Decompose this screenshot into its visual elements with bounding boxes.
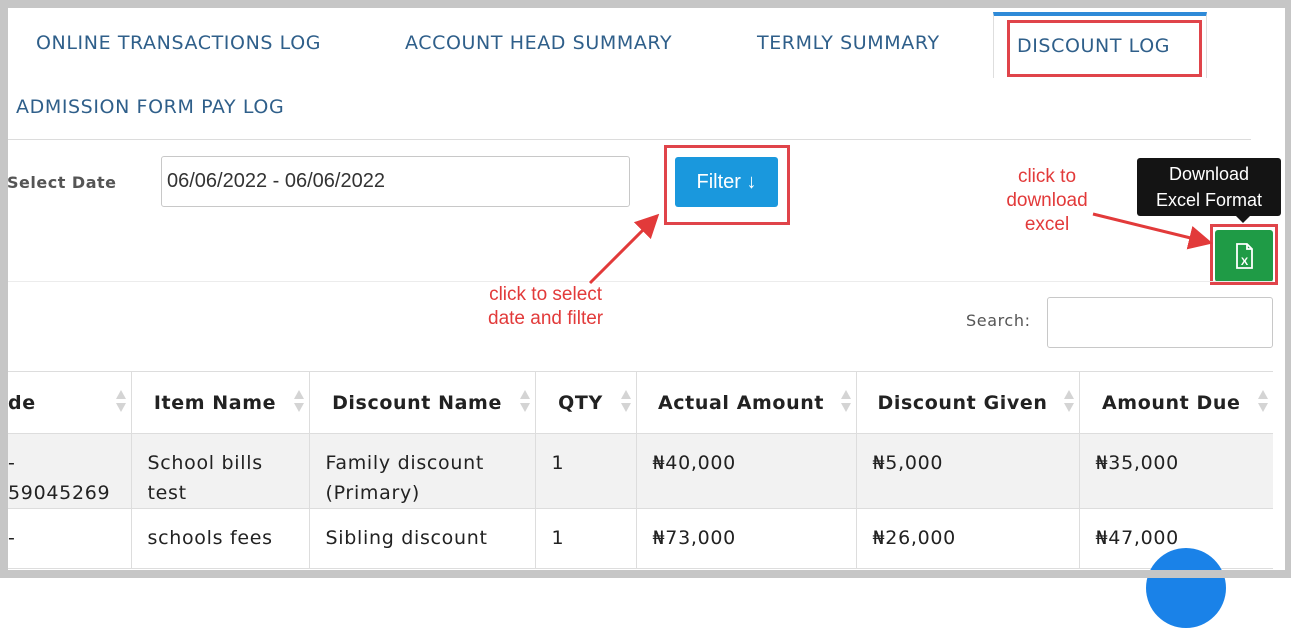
- arrow-to-excel: [1092, 211, 1208, 245]
- download-tooltip: Download Excel Format: [1137, 158, 1281, 216]
- tab-online-transactions-log[interactable]: ONLINE TRANSACTIONS LOG: [36, 32, 321, 54]
- date-range-input[interactable]: 06/06/2022 - 06/06/2022: [161, 156, 630, 207]
- cell-code-line-2: 59045269: [8, 482, 111, 504]
- column-header-discount-given-label: Discount Given: [877, 391, 1048, 414]
- column-header-qty-label: QTY: [558, 391, 603, 414]
- cell-discount-given: ₦26,000: [855, 508, 1079, 569]
- column-header-amount-due[interactable]: Amount Due: [1078, 371, 1273, 434]
- highlight-box-tab: [1007, 20, 1202, 77]
- cell-discount-name: Family discount (Primary): [308, 433, 535, 509]
- column-header-code[interactable]: de: [8, 371, 131, 434]
- cell-discount-name: Sibling discount: [308, 508, 535, 569]
- sort-icon: [840, 390, 851, 414]
- table-row: - 59045269 School bills test Family discou…: [8, 433, 1273, 509]
- search-input[interactable]: [1047, 297, 1273, 348]
- tab-account-head-summary[interactable]: ACCOUNT HEAD SUMMARY: [405, 32, 672, 54]
- tab-admission-form-pay-log[interactable]: ADMISSION FORM PAY LOG: [16, 96, 284, 118]
- cell-code-line-1: -: [8, 452, 16, 474]
- column-header-actual-amount[interactable]: Actual Amount: [635, 371, 856, 434]
- sort-icon: [115, 390, 126, 414]
- cell-qty: 1: [534, 508, 636, 569]
- floating-action-button[interactable]: [1146, 548, 1226, 628]
- cell-actual-amount: ₦73,000: [635, 508, 856, 569]
- column-header-item-name-label: Item Name: [153, 391, 277, 414]
- cell-code: -: [8, 508, 131, 569]
- cell-qty: 1: [534, 433, 636, 509]
- tab-termly-summary[interactable]: TERMLY SUMMARY: [757, 32, 940, 54]
- search-label: Search:: [966, 311, 1031, 330]
- cell-actual-amount: ₦40,000: [635, 433, 856, 509]
- tooltip-line-1: Download: [1168, 164, 1250, 184]
- cell-amount-due: ₦35,000: [1078, 433, 1273, 509]
- sort-icon: [620, 390, 631, 414]
- tabs-divider: [8, 139, 1251, 140]
- cell-discount-line-1: Family discount: [325, 452, 485, 474]
- column-header-discount-name[interactable]: Discount Name: [308, 371, 535, 434]
- annotation-excel-line-1: click to: [1017, 166, 1077, 187]
- cell-item-name: schools fees: [130, 508, 309, 569]
- sort-icon: [1258, 390, 1268, 414]
- column-header-code-label: de: [8, 391, 36, 414]
- annotation-filter: click to select date and filter: [488, 283, 603, 331]
- highlight-box-filter: [664, 145, 790, 225]
- tooltip-line-2: Excel Format: [1155, 190, 1263, 210]
- tooltip-arrow: [1236, 216, 1250, 223]
- annotation-filter-line-1: click to select: [489, 284, 603, 305]
- sort-icon: [1063, 390, 1074, 414]
- column-header-actual-amount-label: Actual Amount: [657, 391, 825, 414]
- cell-item-name: School bills test: [130, 433, 309, 509]
- column-header-item-name[interactable]: Item Name: [130, 371, 309, 434]
- sort-icon: [519, 390, 530, 414]
- cell-item-line-1: School bills: [147, 452, 263, 474]
- column-header-amount-due-label: Amount Due: [1102, 391, 1241, 414]
- cell-discount-given: ₦5,000: [855, 433, 1079, 509]
- annotation-excel-line-2: download: [1006, 190, 1088, 211]
- filter-divider: [8, 281, 1273, 282]
- annotation-filter-line-2: date and filter: [488, 308, 604, 329]
- column-header-discount-name-label: Discount Name: [332, 391, 502, 414]
- cell-code-line-1: -: [8, 527, 16, 549]
- cell-item-line-2: test: [147, 482, 187, 504]
- cell-code: - 59045269: [8, 433, 131, 509]
- annotation-excel: click to download excel: [997, 165, 1097, 237]
- table-header-row: de Item Name Discount Name QTY Actual Am…: [8, 371, 1273, 434]
- column-header-qty[interactable]: QTY: [534, 371, 636, 434]
- select-date-label: Select Date: [7, 173, 117, 192]
- arrow-to-filter: [587, 215, 658, 286]
- cell-discount-line-2: (Primary): [325, 482, 421, 504]
- sort-icon: [293, 390, 304, 414]
- column-header-discount-given[interactable]: Discount Given: [855, 371, 1079, 434]
- table-row: - schools fees Sibling discount 1 ₦73,00…: [8, 508, 1273, 569]
- highlight-box-excel: [1210, 224, 1278, 285]
- annotation-excel-line-3: excel: [1024, 214, 1070, 235]
- discount-log-table: de Item Name Discount Name QTY Actual Am…: [8, 371, 1273, 569]
